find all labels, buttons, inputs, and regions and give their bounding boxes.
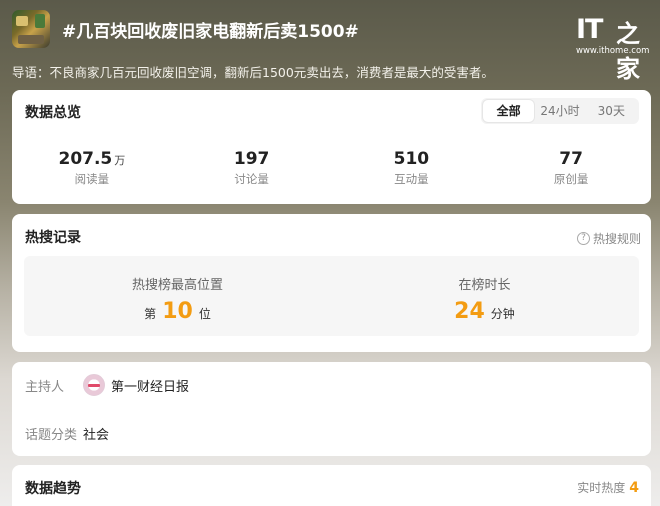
hot-duration-suffix: 分钟 <box>490 307 515 321</box>
hot-rules-label: 热搜规则 <box>592 232 641 246</box>
category-key: 话题分类 <box>25 428 78 443</box>
stat-read-label: 阅读量 <box>74 172 110 186</box>
hot-search-card: 热搜记录 ? 热搜规则 热搜榜最高位置 第 10 位 在榜时长 24 分钟 <box>12 214 651 352</box>
realtime-heat: 实时热度 4 <box>577 479 639 496</box>
stat-original-value: 77 <box>559 149 583 169</box>
stat-read-value: 207.5 <box>58 149 113 169</box>
stat-original-label: 原创量 <box>553 172 589 186</box>
tab-30d[interactable]: 30天 <box>586 100 637 122</box>
stat-discuss-label: 讨论量 <box>234 172 269 186</box>
stat-read-unit: 万 <box>114 154 126 167</box>
hot-peak-value: 10 <box>162 299 193 324</box>
logo-url-text: www.ithome.com <box>576 46 650 56</box>
hot-peak-prefix: 第 <box>144 307 157 321</box>
stat-interact-value: 510 <box>393 149 430 169</box>
trend-card: 数据趋势 实时热度 4 <box>12 465 651 506</box>
question-circle-icon: ? <box>576 232 590 245</box>
overview-card: 数据总览 全部 24小时 30天 207.5 万 阅读量 197 讨论量 510 … <box>12 90 651 204</box>
realtime-value: 4 <box>629 480 639 496</box>
hot-search-stats: 热搜榜最高位置 第 10 位 在榜时长 24 分钟 <box>24 256 639 336</box>
category-value: 社会 <box>83 428 110 443</box>
hot-duration: 在榜时长 24 分钟 <box>331 256 638 336</box>
host-name[interactable]: 第一财经日报 <box>111 376 189 395</box>
category-row: 话题分类 社会 <box>25 424 109 443</box>
host-key: 主持人 <box>25 379 65 395</box>
hot-search-title: 热搜记录 <box>25 230 81 246</box>
hot-duration-label: 在榜时长 <box>458 278 511 293</box>
topic-guide: 导语：不良商家几百元回收废旧空调，翻新后1500元卖出去，消费者是最大的受害者。 <box>12 65 494 80</box>
topic-thumbnail <box>12 10 50 48</box>
host-row: 主持人 第一财经日报 <box>25 374 189 396</box>
stat-original: 77 原创量 <box>491 148 651 187</box>
realtime-label: 实时热度 <box>577 481 626 495</box>
topic-info-card: 主持人 第一财经日报 话题分类 社会 <box>12 362 651 456</box>
stat-interact: 510 互动量 <box>332 148 492 187</box>
media-avatar-icon[interactable] <box>83 374 105 396</box>
ithome-logo: IT 之家 www.ithome.com <box>576 14 650 83</box>
stat-read: 207.5 万 阅读量 <box>12 148 172 187</box>
tab-all[interactable]: 全部 <box>483 100 535 122</box>
hot-peak-suffix: 位 <box>198 307 211 321</box>
tab-24h[interactable]: 24小时 <box>534 100 585 122</box>
stats-row: 207.5 万 阅读量 197 讨论量 510 互动量 77 原创量 <box>12 148 651 187</box>
overview-title: 数据总览 <box>25 105 81 121</box>
time-range-tabs: 全部 24小时 30天 <box>481 98 639 124</box>
topic-header: #几百块回收废旧家电翻新后卖1500# IT 之家 www.ithome.com… <box>0 0 660 90</box>
topic-title: #几百块回收废旧家电翻新后卖1500# <box>62 22 359 42</box>
hot-duration-value: 24 <box>454 299 485 324</box>
trend-title: 数据趋势 <box>25 481 81 497</box>
hot-peak: 热搜榜最高位置 第 10 位 <box>24 256 331 336</box>
stat-interact-label: 互动量 <box>394 172 429 186</box>
stat-discuss: 197 讨论量 <box>172 148 332 187</box>
hot-peak-label: 热搜榜最高位置 <box>131 278 223 293</box>
hot-rules-link[interactable]: ? 热搜规则 <box>576 230 641 247</box>
logo-it-text: IT <box>576 14 603 45</box>
stat-discuss-value: 197 <box>233 149 270 169</box>
